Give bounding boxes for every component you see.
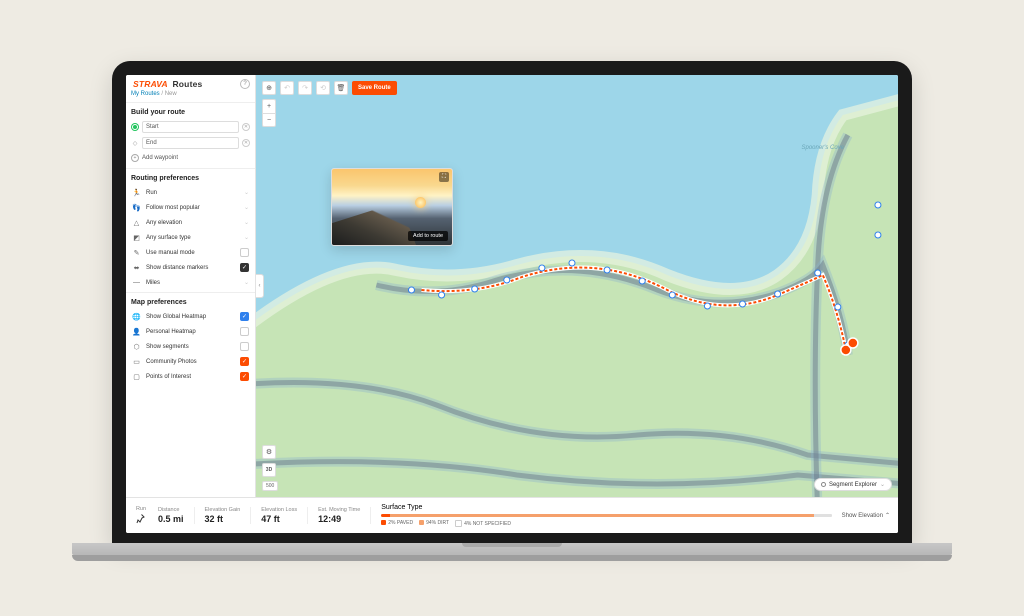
strava-logo: STRAVA Routes [131,79,202,89]
back-step-icon[interactable]: ⟲ [316,81,330,95]
map-pref-personal[interactable]: 👤Personal Heatmap [126,324,255,339]
checkbox[interactable]: ✓ [240,312,249,321]
markers-icon: ⬌ [132,263,141,272]
route-builder-app: STRAVA Routes ? My Routes / New Build yo… [126,75,898,533]
stat-distance: Distance0.5 mi [158,507,195,524]
add-to-route-button[interactable]: Add to route [408,231,448,241]
chevron-down-icon: ⌄ [880,481,885,488]
chevron-up-icon: ⌃ [885,512,890,519]
trophy-icon [821,482,826,487]
clear-end-icon[interactable]: ✕ [242,139,250,147]
stat-surface: Surface Type 2% PAVED 94% DIRT 4% NOT SP… [381,504,831,527]
checkbox[interactable] [240,342,249,351]
routing-pref-units[interactable]: —Miles⌄ [126,275,255,290]
zoom-controls: + − [262,99,276,127]
stat-gain: Elevation Gain32 ft [205,507,252,524]
clear-start-icon[interactable]: ✕ [242,123,250,131]
chevron-down-icon: ⌄ [244,204,249,211]
activity-run-icon: Run [134,506,148,526]
map-canvas[interactable]: Spooner's Cove ⛶ Add to route [256,75,898,497]
manual-icon: ✎ [132,248,141,257]
photo-thumbnail[interactable]: ⛶ Add to route [332,169,452,245]
chevron-down-icon: ⌄ [244,219,249,226]
routing-pref-popular[interactable]: 👣Follow most popular⌄ [126,200,255,215]
routing-pref-elevation[interactable]: △Any elevation⌄ [126,215,255,230]
sidebar: STRAVA Routes ? My Routes / New Build yo… [126,75,256,497]
plus-circle-icon: + [131,154,139,162]
map-label-cove: Spooner's Cove [801,145,844,151]
map-pref-poi[interactable]: ▢Points of Interest✓ [126,369,255,384]
redo-icon[interactable]: ↷ [298,81,312,95]
checkbox[interactable]: ✓ [240,263,249,272]
stat-time: Est. Moving Time12:49 [318,507,371,524]
end-pin-icon: ◇ [131,139,139,147]
elevation-icon: △ [132,218,141,227]
sidebar-collapse-handle[interactable]: ‹ [256,274,264,298]
heatmap-icon: 🌐 [132,312,141,321]
end-input[interactable]: End [142,137,239,149]
photos-icon: ▭ [132,357,141,366]
zoom-out-icon[interactable]: − [262,113,276,127]
poi-icon: ▢ [132,372,141,381]
checkbox[interactable]: ✓ [240,372,249,381]
surface-icon: ◩ [132,233,141,242]
build-route-title: Build your route [126,105,255,119]
crosshair-icon[interactable]: ⊕ [262,81,276,95]
clear-icon[interactable]: 🗑 [334,81,348,95]
chevron-down-icon: ⌄ [244,234,249,241]
stats-bar: Run Distance0.5 mi Elevation Gain32 ft E… [126,497,898,533]
routing-prefs-title: Routing preferences [126,171,255,185]
routing-pref-surface[interactable]: ◩Any surface type⌄ [126,230,255,245]
map-toolbar: ⊕ ↶ ↷ ⟲ 🗑 Save Route [262,81,397,95]
3d-toggle[interactable]: 3D [262,463,276,477]
segments-icon: ⬡ [132,342,141,351]
show-elevation-toggle[interactable]: Show Elevation ⌃ [842,512,890,519]
breadcrumb: My Routes / New [126,91,255,100]
run-icon: 🏃 [132,188,141,197]
map-pref-segments[interactable]: ⬡Show segments [126,339,255,354]
routing-pref-markers[interactable]: ⬌Show distance markers✓ [126,260,255,275]
undo-icon[interactable]: ↶ [280,81,294,95]
add-waypoint-button[interactable]: + Add waypoint [126,151,255,166]
map-prefs-title: Map preferences [126,295,255,309]
map-pref-heatmap[interactable]: 🌐Show Global Heatmap✓ [126,309,255,324]
routing-pref-run[interactable]: 🏃Run⌄ [126,185,255,200]
routing-pref-manual[interactable]: ✎Use manual mode [126,245,255,260]
units-icon: — [132,278,141,287]
help-icon[interactable]: ? [240,79,250,89]
map-pref-photos[interactable]: ▭Community Photos✓ [126,354,255,369]
chevron-down-icon: ⌄ [244,279,249,286]
zoom-in-icon[interactable]: + [262,99,276,113]
stat-loss: Elevation Loss47 ft [261,507,308,524]
chevron-down-icon: ⌄ [244,189,249,196]
expand-photo-icon[interactable]: ⛶ [439,172,449,182]
popular-icon: 👣 [132,203,141,212]
save-route-button[interactable]: Save Route [352,81,397,95]
breadcrumb-root[interactable]: My Routes [131,91,160,97]
start-dot-icon [132,124,138,130]
start-input[interactable]: Start [142,121,239,133]
checkbox[interactable]: ✓ [240,357,249,366]
layers-icon[interactable]: ⚙ [262,445,276,459]
community-photo-popup: ⛶ Add to route [331,168,453,246]
breadcrumb-leaf: New [165,91,177,97]
personal-icon: 👤 [132,327,141,336]
checkbox[interactable] [240,248,249,257]
checkbox[interactable] [240,327,249,336]
map-scale: 500 [262,481,278,491]
segment-explorer-button[interactable]: Segment Explorer ⌄ [814,478,892,491]
